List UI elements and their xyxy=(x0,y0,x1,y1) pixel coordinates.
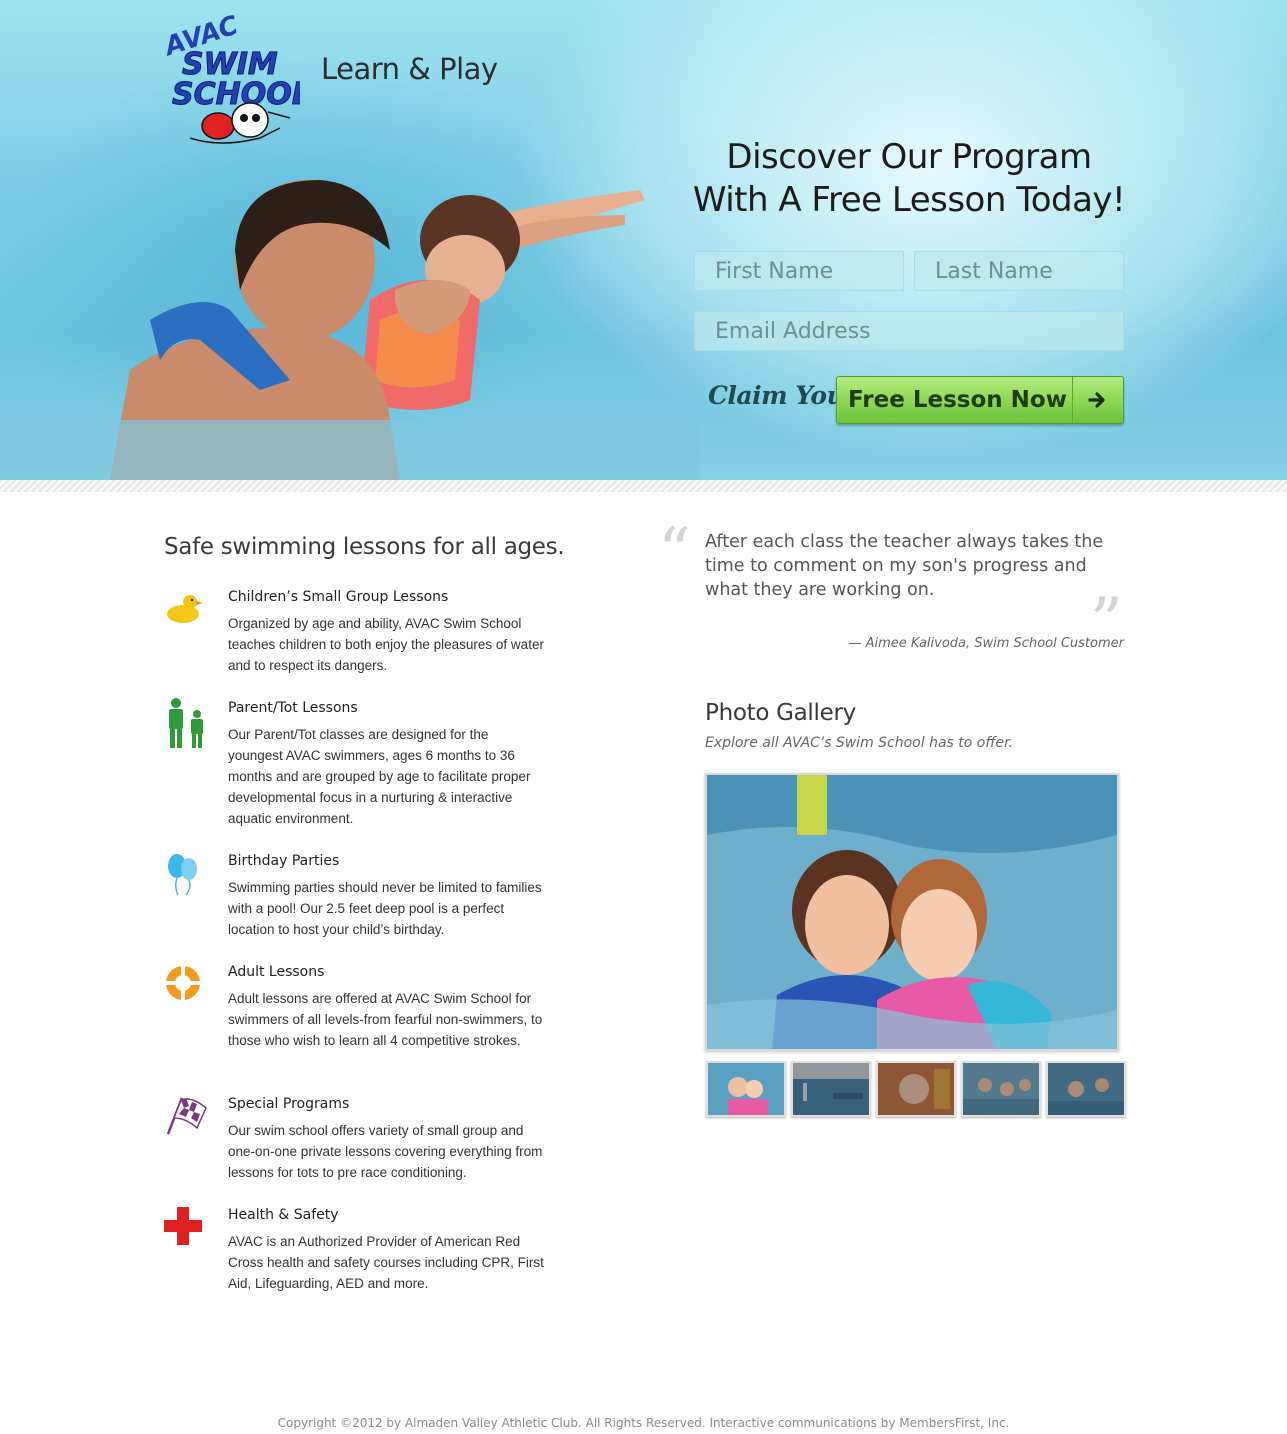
gallery-thumbnail-2[interactable] xyxy=(791,1061,871,1117)
offer-heading: Discover Our Program With A Free Lesson … xyxy=(680,136,1138,222)
program-description: Our swim school offers variety of small … xyxy=(228,1123,543,1180)
life-ring-icon xyxy=(166,966,200,1000)
offer-heading-line2: With A Free Lesson Today! xyxy=(692,180,1126,220)
gallery-main-photo[interactable] xyxy=(705,773,1119,1051)
testimonial-attribution: — Aimee Kalivoda, Swim School Customer xyxy=(848,636,1124,651)
offer-heading-line1: Discover Our Program xyxy=(726,137,1092,177)
email-field[interactable] xyxy=(694,311,1124,351)
program-description: Adult lessons are offered at AVAC Swim S… xyxy=(228,991,543,1048)
footer-copyright: Copyright ©2012 by Almaden Valley Athlet… xyxy=(277,1416,1010,1430)
balloons-icon xyxy=(168,854,197,896)
program-description: Our Parent/Tot classes are designed for … xyxy=(228,727,531,826)
arrow-right-icon xyxy=(1072,377,1123,423)
program-description: Organized by age and ability, AVAC Swim … xyxy=(228,616,544,673)
checkered-flag-icon xyxy=(166,1097,207,1135)
red-cross-icon xyxy=(164,1207,202,1245)
testimonial-text: After each class the teacher always take… xyxy=(705,532,1104,600)
gallery-thumbnail-4[interactable] xyxy=(961,1061,1041,1117)
gallery-thumbnail-3[interactable] xyxy=(876,1061,956,1117)
programs-heading: Safe swimming lessons for all ages. xyxy=(164,534,565,560)
program-title: Adult Lessons xyxy=(228,964,325,980)
hero-divider xyxy=(0,480,1287,492)
program-description: Swimming parties should never be limited… xyxy=(228,880,542,937)
gallery-thumbnails xyxy=(706,1061,1126,1117)
avac-swim-school-logo[interactable]: AVAC SWIM SCHOOL xyxy=(160,8,300,153)
gallery-subtitle: Explore all AVAC’s Swim School has to of… xyxy=(705,735,1013,751)
parent-child-icon xyxy=(169,698,203,748)
program-title: Parent/Tot Lessons xyxy=(228,700,358,716)
free-lesson-button-label: Free Lesson Now xyxy=(848,387,1067,413)
program-title: Birthday Parties xyxy=(228,853,340,869)
tagline: Learn & Play xyxy=(321,52,498,86)
last-name-field[interactable] xyxy=(914,251,1124,291)
logo-school-text: SCHOOL xyxy=(172,77,300,112)
program-description: AVAC is an Authorized Provider of Americ… xyxy=(228,1234,544,1291)
gallery-thumbnail-5[interactable] xyxy=(1046,1061,1126,1117)
claim-your-label: Claim Your xyxy=(708,381,857,410)
program-title: Children’s Small Group Lessons xyxy=(228,589,449,605)
free-lesson-button[interactable]: Free Lesson Now xyxy=(836,376,1124,424)
first-name-field[interactable] xyxy=(694,251,904,291)
open-quote-icon: “ xyxy=(658,515,691,589)
program-title: Special Programs xyxy=(228,1096,350,1112)
program-title: Health & Safety xyxy=(228,1207,339,1223)
duck-icon xyxy=(167,595,203,623)
gallery-title: Photo Gallery xyxy=(705,700,856,726)
hero-banner: AVAC SWIM SCHOOL Learn & Play Discover O… xyxy=(0,0,1287,480)
gallery-thumbnail-1[interactable] xyxy=(706,1061,786,1117)
